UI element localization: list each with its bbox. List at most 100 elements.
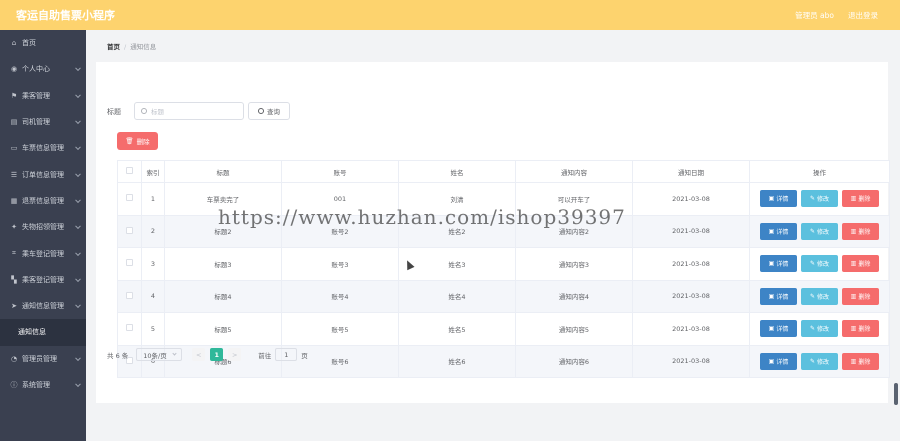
sidebar-item-10[interactable]: ➤ 通知信息管理	[0, 293, 86, 319]
edit-button-label: 修改	[817, 228, 830, 236]
prev-page-button[interactable]: <	[192, 348, 206, 361]
edit-button[interactable]: ✎ 修改	[801, 255, 838, 273]
pagination-total: 共 6 条	[107, 351, 129, 360]
detail-button[interactable]: ▣ 详情	[760, 222, 797, 240]
scrollbar[interactable]	[894, 383, 898, 405]
search-icon	[258, 108, 264, 114]
edit-button[interactable]: ✎ 修改	[801, 352, 838, 370]
edit-button[interactable]: ✎ 修改	[801, 287, 838, 305]
cell-date: 2021-03-08	[632, 344, 750, 378]
detail-button-label: 详情	[776, 261, 789, 269]
sidebar-item-6[interactable]: ▦ 退票信息管理	[0, 188, 86, 214]
batch-delete-button[interactable]: 🗑 删除	[117, 132, 158, 150]
pencil-icon: ✎	[809, 325, 815, 333]
table-row: 4 标题4 账号4 姓名4 通知内容4 2021-03-08 ▣ 详情 ✎ 修改 ▥ 删除	[117, 279, 890, 313]
sidebar-item-8[interactable]: ⌗ 乘车登记管理	[0, 240, 86, 266]
cell-actions: ▣ 详情 ✎ 修改 ▥ 删除	[749, 182, 890, 216]
batch-delete-label: 删除	[136, 138, 150, 146]
goto-suffix: 页	[301, 351, 308, 360]
delete-button[interactable]: ▥ 删除	[842, 255, 879, 273]
chevron-down-icon	[75, 170, 81, 177]
cell-title: 标题2	[164, 214, 282, 248]
edit-button[interactable]: ✎ 修改	[801, 320, 838, 338]
detail-button-label: 详情	[776, 228, 789, 236]
edit-button[interactable]: ✎ 修改	[801, 222, 838, 240]
cell-actions: ▣ 详情 ✎ 修改 ▥ 删除	[749, 247, 890, 281]
sidebar-item-11[interactable]: 通知信息	[0, 319, 86, 346]
pagination: 共 6 条 10条/页 < 1 > 前往 1 页	[107, 348, 308, 361]
breadcrumb: 首页 / 通知信息	[107, 41, 156, 51]
cell-index: 4	[141, 279, 165, 313]
cell-content: 可以开车了	[515, 182, 633, 216]
delete-button[interactable]: ▥ 删除	[842, 190, 879, 208]
goto-page-input[interactable]: 1	[275, 348, 298, 361]
detail-button[interactable]: ▣ 详情	[760, 287, 797, 305]
header-index: 索引	[141, 160, 165, 183]
sidebar-item-label: 通知信息	[18, 328, 46, 337]
sidebar-item-1[interactable]: ◉ 个人中心	[0, 56, 86, 82]
pencil-icon: ✎	[809, 227, 815, 235]
sidebar-item-12[interactable]: ◔ 管理员管理	[0, 346, 86, 372]
pencil-icon: ✎	[809, 292, 815, 300]
doc-icon: ▤	[10, 118, 18, 127]
breadcrumb-home[interactable]: 首页	[107, 43, 120, 51]
detail-button[interactable]: ▣ 详情	[760, 352, 797, 370]
send-icon: ➤	[11, 302, 17, 311]
chevron-down-icon	[75, 118, 81, 125]
chevron-down-icon	[172, 351, 177, 356]
sidebar-item-2[interactable]: ⚑ 乘客管理	[0, 83, 86, 109]
search-button[interactable]: 查询	[248, 102, 290, 120]
sidebar-item-3[interactable]: ▤ 司机管理	[0, 109, 86, 135]
row-checkbox[interactable]	[117, 247, 142, 281]
delete-button[interactable]: ▥ 删除	[842, 320, 879, 338]
sidebar-item-4[interactable]: ▭ 车票信息管理	[0, 135, 86, 161]
delete-button[interactable]: ▥ 删除	[842, 287, 879, 305]
delete-button[interactable]: ▥ 删除	[842, 352, 879, 370]
detail-button[interactable]: ▣ 详情	[760, 190, 797, 208]
header-account: 账号	[281, 160, 399, 183]
row-checkbox[interactable]	[117, 312, 142, 346]
cell-date: 2021-03-08	[632, 279, 750, 313]
sidebar-item-13[interactable]: ⓘ 系统管理	[0, 372, 86, 398]
sidebar-item-7[interactable]: ✦ 失物招领管理	[0, 214, 86, 240]
user-icon: ◉	[10, 65, 18, 74]
detail-button[interactable]: ▣ 详情	[760, 255, 797, 273]
edit-button[interactable]: ✎ 修改	[801, 190, 838, 208]
row-checkbox[interactable]	[117, 182, 142, 216]
detail-button[interactable]: ▣ 详情	[760, 320, 797, 338]
table-header-row: 索引 标题 账号 姓名 通知内容 通知日期 操作	[117, 160, 890, 183]
sidebar-item-0[interactable]: ⌂ 首页	[0, 30, 86, 56]
chevron-down-icon	[75, 197, 81, 203]
cell-title: 车票卖完了	[164, 182, 282, 216]
search-input[interactable]: 标题	[134, 102, 244, 120]
user-label[interactable]: 管理员 abo	[795, 10, 834, 21]
calendar-icon: ▦	[10, 196, 18, 205]
cell-name: 姓名6	[398, 344, 516, 378]
sidebar-item-label: 首页	[22, 39, 36, 48]
sidebar-item-label: 司机管理	[22, 118, 50, 127]
sidebar-item-label: 系统管理	[22, 381, 50, 389]
sidebar-item-5[interactable]: ☰ 订单信息管理	[0, 161, 86, 187]
search-icon	[141, 108, 147, 114]
sidebar-item-9[interactable]: ▚ 乘客登记管理	[0, 267, 86, 293]
detail-icon: ▣	[768, 227, 775, 235]
search-label: 标题	[107, 108, 121, 116]
detail-icon: ▣	[768, 357, 775, 365]
logout-link[interactable]: 退出登录	[848, 10, 878, 21]
header-checkbox[interactable]	[117, 160, 142, 183]
detail-button-label: 详情	[776, 293, 789, 301]
next-page-button[interactable]: >	[228, 348, 242, 361]
row-checkbox[interactable]	[117, 214, 142, 248]
header-name: 姓名	[398, 160, 516, 183]
cell-name: 姓名2	[398, 214, 516, 248]
cell-actions: ▣ 详情 ✎ 修改 ▥ 删除	[749, 344, 890, 378]
page-size-select[interactable]: 10条/页	[136, 348, 183, 361]
sidebar-item-label: 退票信息管理	[22, 196, 64, 205]
cell-content: 通知内容3	[515, 247, 633, 281]
cell-account: 账号4	[281, 279, 399, 313]
row-checkbox[interactable]	[117, 279, 142, 313]
page-1-button[interactable]: 1	[210, 348, 224, 361]
edit-button-label: 修改	[817, 261, 830, 269]
notice-table: 索引 标题 账号 姓名 通知内容 通知日期 操作 1 车票卖完了 001 刘清 可以开车…	[117, 160, 890, 378]
delete-button[interactable]: ▥ 删除	[842, 222, 879, 240]
